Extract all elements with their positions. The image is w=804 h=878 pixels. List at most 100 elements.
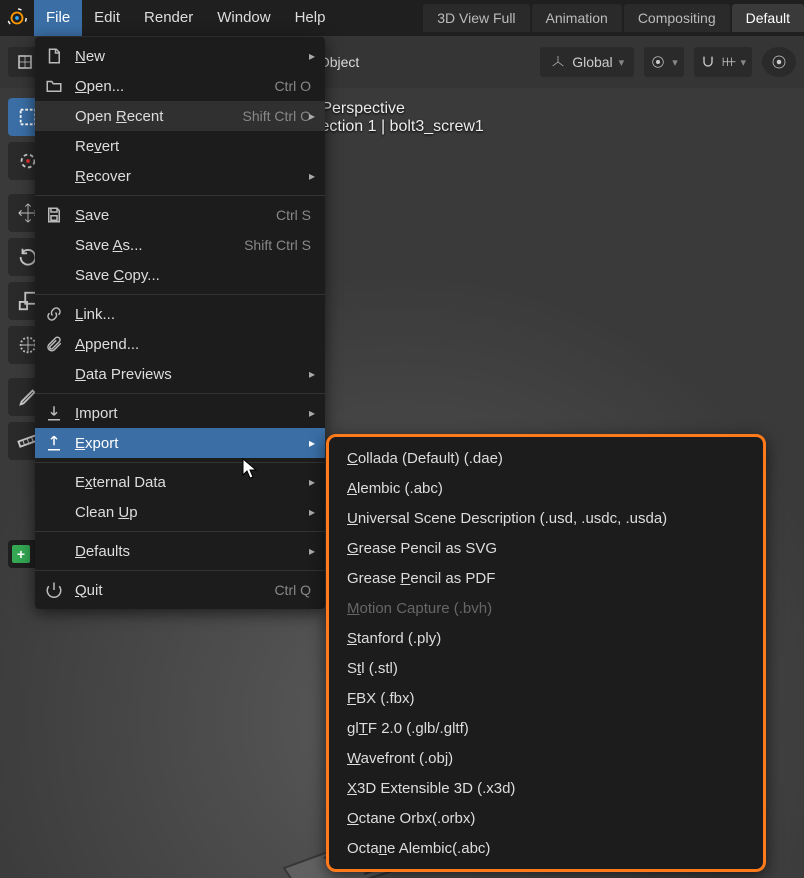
menu-item-label: FBX (.fbx) bbox=[347, 690, 749, 707]
export-item[interactable]: glTF 2.0 (.glb/.gltf) bbox=[329, 713, 763, 743]
menubar-item-file[interactable]: File bbox=[34, 0, 82, 36]
menu-item-save-copy[interactable]: Save Copy... bbox=[35, 260, 325, 290]
menu-item-label: Stl (.stl) bbox=[347, 660, 749, 677]
export-item[interactable]: Alembic (.abc) bbox=[329, 473, 763, 503]
snap-dropdown[interactable]: ⊦⊦⊦ ▾ bbox=[694, 47, 752, 77]
submenu-arrow-icon: ▸ bbox=[309, 475, 315, 489]
menu-item-label: Append... bbox=[75, 336, 311, 353]
menu-item-label: Revert bbox=[75, 138, 311, 155]
menu-item-link[interactable]: Link... bbox=[35, 299, 325, 329]
menubar: FileEditRenderWindowHelp 3D View FullAni… bbox=[0, 0, 804, 36]
menu-item-label: Data Previews bbox=[75, 366, 311, 383]
export-item[interactable]: Octane Alembic(.abc) bbox=[329, 833, 763, 863]
menu-item-label: Grease Pencil as SVG bbox=[347, 540, 749, 557]
export-item[interactable]: Universal Scene Description (.usd, .usdc… bbox=[329, 503, 763, 533]
menubar-item-help[interactable]: Help bbox=[283, 0, 338, 36]
power-icon bbox=[43, 581, 65, 599]
submenu-arrow-icon: ▸ bbox=[309, 367, 315, 381]
export-item[interactable]: Grease Pencil as SVG bbox=[329, 533, 763, 563]
workspace-tab[interactable]: Default bbox=[732, 4, 804, 32]
export-item[interactable]: X3D Extensible 3D (.x3d) bbox=[329, 773, 763, 803]
menu-item-label: Stanford (.ply) bbox=[347, 630, 749, 647]
menu-item-label: Collada (Default) (.dae) bbox=[347, 450, 749, 467]
pivot-dropdown[interactable]: ▾ bbox=[644, 47, 684, 77]
import-icon bbox=[43, 404, 65, 422]
chevron-down-icon: ▾ bbox=[619, 56, 625, 69]
menubar-item-window[interactable]: Window bbox=[205, 0, 282, 36]
menu-item-append[interactable]: Append... bbox=[35, 329, 325, 359]
menu-item-label: Import bbox=[75, 405, 311, 422]
link-icon bbox=[43, 305, 65, 323]
menu-item-label: X3D Extensible 3D (.x3d) bbox=[347, 780, 749, 797]
menu-item-label: External Data bbox=[75, 474, 311, 491]
workspace-tab[interactable]: Compositing bbox=[624, 4, 730, 32]
chevron-down-icon: ▾ bbox=[672, 56, 678, 69]
submenu-arrow-icon: ▸ bbox=[309, 109, 315, 123]
export-item: Motion Capture (.bvh) bbox=[329, 593, 763, 623]
menu-item-clean-up[interactable]: Clean Up▸ bbox=[35, 497, 325, 527]
menu-item-label: Wavefront (.obj) bbox=[347, 750, 749, 767]
export-item[interactable]: FBX (.fbx) bbox=[329, 683, 763, 713]
menu-item-label: Quit bbox=[75, 582, 244, 599]
orientation-dropdown[interactable]: Global ▾ bbox=[540, 47, 634, 77]
doc-icon bbox=[43, 47, 65, 65]
menu-item-open[interactable]: Open...Ctrl O bbox=[35, 71, 325, 101]
magnet-icon bbox=[700, 54, 716, 70]
menu-item-open-recent[interactable]: Open RecentShift Ctrl O▸ bbox=[35, 101, 325, 131]
menu-shortcut: Shift Ctrl S bbox=[244, 237, 311, 253]
menu-item-recover[interactable]: Recover▸ bbox=[35, 161, 325, 191]
workspace-tabs: 3D View FullAnimationCompositingDefault bbox=[421, 0, 804, 36]
export-icon bbox=[43, 434, 65, 452]
export-item[interactable]: Wavefront (.obj) bbox=[329, 743, 763, 773]
menu-item-label: glTF 2.0 (.glb/.gltf) bbox=[347, 720, 749, 737]
menu-item-label: Open Recent bbox=[75, 108, 213, 125]
submenu-arrow-icon: ▸ bbox=[309, 544, 315, 558]
submenu-arrow-icon: ▸ bbox=[309, 436, 315, 450]
workspace-tab[interactable]: Animation bbox=[532, 4, 622, 32]
menu-item-label: Defaults bbox=[75, 543, 311, 560]
pivot-icon bbox=[650, 54, 666, 70]
export-item[interactable]: Collada (Default) (.dae) bbox=[329, 443, 763, 473]
menu-item-revert[interactable]: Revert bbox=[35, 131, 325, 161]
menu-item-label: Save As... bbox=[75, 237, 214, 254]
menu-item-import[interactable]: Import▸ bbox=[35, 398, 325, 428]
plus-icon: + bbox=[12, 545, 30, 563]
menubar-item-edit[interactable]: Edit bbox=[82, 0, 132, 36]
menu-item-external-data[interactable]: External Data▸ bbox=[35, 467, 325, 497]
menu-item-save-as[interactable]: Save As... Shift Ctrl S bbox=[35, 230, 325, 260]
export-item[interactable]: Stanford (.ply) bbox=[329, 623, 763, 653]
menubar-item-render[interactable]: Render bbox=[132, 0, 205, 36]
menu-item-label: Link... bbox=[75, 306, 311, 323]
menu-item-data-previews[interactable]: Data Previews▸ bbox=[35, 359, 325, 389]
workspace-tab[interactable]: 3D View Full bbox=[423, 4, 529, 32]
export-item[interactable]: Grease Pencil as PDF bbox=[329, 563, 763, 593]
menu-item-quit[interactable]: Quit Ctrl Q bbox=[35, 575, 325, 605]
menu-item-label: Save Copy... bbox=[75, 267, 311, 284]
menu-item-label: Clean Up bbox=[75, 504, 311, 521]
clip-icon bbox=[43, 335, 65, 353]
menu-item-label: Motion Capture (.bvh) bbox=[347, 600, 749, 617]
submenu-arrow-icon: ▸ bbox=[309, 169, 315, 183]
app-icon[interactable] bbox=[0, 0, 34, 36]
export-item[interactable]: Stl (.stl) bbox=[329, 653, 763, 683]
menu-shortcut: Ctrl S bbox=[276, 207, 311, 223]
menu-item-label: Alembic (.abc) bbox=[347, 480, 749, 497]
menu-shortcut: Ctrl Q bbox=[274, 582, 311, 598]
orientation-label: Global bbox=[572, 54, 612, 70]
save-icon bbox=[43, 206, 65, 224]
menu-item-export[interactable]: Export▸ bbox=[35, 428, 325, 458]
menu-item-label: Universal Scene Description (.usd, .usdc… bbox=[347, 510, 749, 527]
menu-item-label: Save bbox=[75, 207, 246, 224]
submenu-arrow-icon: ▸ bbox=[309, 406, 315, 420]
menu-item-label: Recover bbox=[75, 168, 311, 185]
export-item[interactable]: Octane Orbx(.orbx) bbox=[329, 803, 763, 833]
proportional-edit-toggle[interactable] bbox=[762, 47, 796, 77]
menu-item-defaults[interactable]: Defaults▸ bbox=[35, 536, 325, 566]
menu-item-label: Open... bbox=[75, 78, 244, 95]
export-submenu: Collada (Default) (.dae) Alembic (.abc) Un… bbox=[326, 434, 766, 872]
submenu-arrow-icon: ▸ bbox=[309, 49, 315, 63]
file-menu: New▸Open...Ctrl OOpen RecentShift Ctrl O… bbox=[35, 37, 325, 609]
menu-item-label: Grease Pencil as PDF bbox=[347, 570, 749, 587]
menu-item-save[interactable]: Save Ctrl S bbox=[35, 200, 325, 230]
menu-item-new[interactable]: New▸ bbox=[35, 41, 325, 71]
